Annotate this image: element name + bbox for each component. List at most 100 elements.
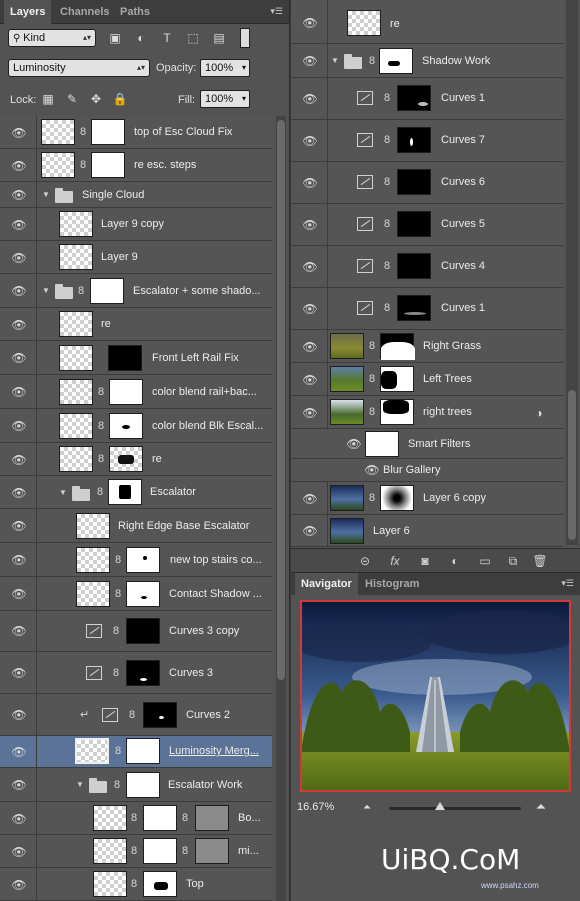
layer-mask-thumbnail[interactable] — [90, 278, 124, 304]
layer-mask-thumbnail[interactable] — [91, 119, 125, 145]
eye-icon[interactable]: 👁 — [302, 341, 318, 353]
layer-row[interactable]: 👁 Layer 9 copy — [0, 208, 272, 241]
layer-name[interactable]: Luminosity Merg... — [169, 745, 259, 757]
link-chain-icon[interactable]: 8 — [383, 217, 391, 231]
layer-name[interactable]: Single Cloud — [82, 189, 144, 201]
layer-name[interactable]: Escalator — [150, 486, 196, 498]
expand-triangle-icon[interactable]: ▼ — [42, 286, 50, 295]
layer-name[interactable]: Contact Shadow ... — [169, 588, 262, 600]
layer-group-row[interactable]: 👁 ▼ 8 Shadow Work — [291, 44, 563, 78]
layer-row[interactable]: 👁 Layer 9 — [0, 241, 272, 274]
expand-triangle-icon[interactable]: ▼ — [76, 780, 84, 789]
layer-mask-thumbnail[interactable] — [397, 169, 431, 195]
eye-icon[interactable]: 👁 — [11, 667, 27, 679]
layer-row[interactable]: 👁 8 top of Esc Cloud Fix — [0, 116, 272, 149]
eye-icon[interactable]: 👁 — [364, 464, 380, 476]
layer-name[interactable]: Curves 3 — [169, 667, 213, 679]
link-chain-icon[interactable]: 8 — [113, 778, 121, 792]
layer-name[interactable]: Left Trees — [423, 373, 472, 385]
layer-mask-thumbnail[interactable] — [380, 333, 415, 360]
eye-icon[interactable]: 👁 — [11, 319, 27, 331]
link-chain-icon[interactable]: 8 — [130, 877, 138, 891]
layer-row[interactable]: 👁 8 Curves 5 — [291, 204, 563, 246]
layer-name[interactable]: Curves 2 — [186, 709, 230, 721]
expand-triangle-icon[interactable]: ▼ — [59, 488, 67, 497]
eye-icon[interactable]: 👁 — [11, 454, 27, 466]
smart-filters-row[interactable]: 👁 Smart Filters — [291, 429, 563, 459]
eye-icon[interactable]: 👁 — [11, 709, 27, 721]
eye-icon[interactable]: 👁 — [11, 520, 27, 532]
zoom-out-mountain-icon[interactable]: ⏶ — [359, 800, 375, 816]
link-chain-icon[interactable]: 8 — [114, 744, 122, 758]
eye-icon[interactable]: 👁 — [11, 252, 27, 264]
eye-icon[interactable]: 👁 — [11, 420, 27, 432]
link-chain-icon[interactable]: 8 — [368, 339, 376, 353]
layer-name[interactable]: new top stairs co... — [170, 554, 262, 566]
navigator-preview[interactable] — [300, 600, 571, 792]
layer-name[interactable]: re — [390, 18, 400, 30]
link-chain-icon[interactable]: 8 — [97, 385, 105, 399]
layer-row[interactable]: 👁 Front Left Rail Fix — [0, 341, 272, 375]
link-chain-icon[interactable]: 8 — [112, 666, 120, 680]
layer-name[interactable]: mi... — [238, 845, 259, 857]
eye-icon[interactable]: 👁 — [11, 779, 27, 791]
layer-row[interactable]: 👁 8 re — [0, 443, 272, 476]
layer-name[interactable]: Layer 6 copy — [423, 492, 486, 504]
link-chain-icon[interactable]: 8 — [79, 158, 87, 172]
layer-mask-thumbnail[interactable] — [143, 805, 177, 831]
layer-name[interactable]: Smart Filters — [408, 438, 470, 450]
eye-icon[interactable]: 👁 — [302, 219, 318, 231]
eye-icon[interactable]: 👁 — [302, 261, 318, 273]
tab-histogram[interactable]: Histogram — [359, 573, 425, 595]
kind-filter-select[interactable]: ⚲ Kind ▴▾ — [8, 29, 96, 47]
layer-name[interactable]: Curves 1 — [441, 302, 485, 314]
link-chain-icon[interactable]: 8 — [383, 259, 391, 273]
eye-icon[interactable]: 👁 — [11, 160, 27, 172]
link-chain-icon[interactable]: 8 — [130, 844, 138, 858]
pixel-filter-icon[interactable]: ▣ — [107, 30, 123, 46]
panel-menu-icon[interactable]: ▾☰ — [560, 578, 574, 588]
scrollbar-thumb[interactable] — [277, 120, 285, 680]
panel-menu-icon[interactable]: ▾☰ — [269, 6, 283, 16]
tab-paths[interactable]: Paths — [114, 0, 156, 24]
link-chain-icon[interactable]: 8 — [368, 372, 376, 386]
layer-name[interactable]: Curves 6 — [441, 176, 485, 188]
layer-mask-thumbnail[interactable] — [379, 48, 413, 74]
layer-row[interactable]: 👁 8 Curves 3 — [0, 652, 272, 694]
lock-transparent-icon[interactable]: ▦ — [40, 91, 56, 107]
zoom-slider-handle[interactable] — [435, 802, 445, 810]
layer-row[interactable]: 👁 8 right trees ◑ — [291, 396, 563, 429]
layer-name[interactable]: color blend rail+bac... — [152, 386, 257, 398]
link-chain-icon[interactable]: 8 — [128, 708, 136, 722]
layer-name[interactable]: Layer 9 copy — [101, 218, 164, 230]
layer-name[interactable]: re — [101, 318, 111, 330]
eye-icon[interactable]: 👁 — [302, 135, 318, 147]
link-chain-icon[interactable]: 8 — [114, 587, 122, 601]
eye-icon[interactable]: 👁 — [11, 487, 27, 499]
layer-mask-thumbnail[interactable] — [397, 211, 431, 237]
layer-mask-thumbnail[interactable] — [380, 485, 414, 511]
layer-row[interactable]: 👁 8 Layer 6 copy — [291, 482, 563, 515]
link-chain-icon[interactable]: 8 — [77, 284, 85, 298]
link-chain-icon[interactable]: 8 — [112, 624, 120, 638]
link-chain-icon[interactable]: 8 — [130, 811, 138, 825]
lock-paint-brush-icon[interactable]: ✎ — [64, 91, 80, 107]
layer-row[interactable]: 👁 8 Contact Shadow ... — [0, 577, 272, 611]
smart-filter-item[interactable]: 👁 Blur Gallery — [291, 459, 563, 482]
eye-icon[interactable]: 👁 — [11, 219, 27, 231]
add-mask-icon[interactable]: ◙ — [417, 554, 433, 568]
eye-icon[interactable]: 👁 — [11, 352, 27, 364]
layer-row[interactable]: 👁 8 Curves 1 — [291, 288, 563, 330]
layer-name[interactable]: Right Grass — [423, 340, 481, 352]
layer-row[interactable]: 👁 Right Edge Base Escalator — [0, 509, 272, 543]
layer-mask-thumbnail[interactable] — [109, 379, 143, 405]
zoom-in-mountain-icon[interactable]: ⏶ — [533, 799, 549, 815]
tab-layers[interactable]: Layers — [4, 0, 52, 24]
layer-row[interactable]: 👁 8 8 mi... — [0, 835, 272, 868]
eye-icon[interactable]: 👁 — [346, 438, 362, 450]
eye-icon[interactable]: 👁 — [302, 303, 318, 315]
layer-mask-thumbnail[interactable] — [91, 152, 125, 178]
layer-row[interactable]: 👁 8 8 Bo... — [0, 802, 272, 835]
layer-row-selected[interactable]: 👁 8 Luminosity Merg... — [0, 736, 272, 768]
eye-icon[interactable]: 👁 — [11, 813, 27, 825]
